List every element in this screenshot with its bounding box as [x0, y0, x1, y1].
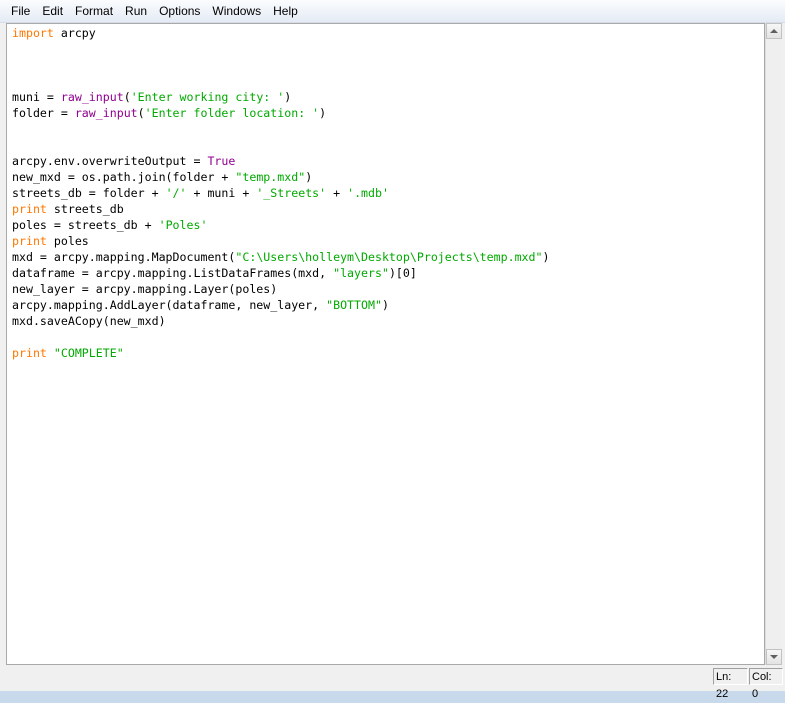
code-token: new_layer = arcpy.mapping.Layer(poles) [12, 282, 278, 296]
code-line[interactable] [12, 329, 549, 345]
code-line[interactable]: streets_db = folder + '/' + muni + '_Str… [12, 185, 549, 201]
menu-help[interactable]: Help [267, 1, 304, 21]
code-token: mxd.saveACopy(new_mxd) [12, 314, 166, 328]
code-token-kw: import [12, 26, 54, 40]
menu-edit[interactable]: Edit [36, 1, 69, 21]
code-token: ) [542, 250, 550, 264]
code-editor[interactable]: import arcpy muni = raw_input('Enter work… [6, 23, 765, 665]
code-line[interactable]: print "COMPLETE" [12, 345, 549, 361]
code-line[interactable]: poles = streets_db + 'Poles' [12, 217, 549, 233]
code-line[interactable]: print streets_db [12, 201, 549, 217]
code-token: ) [305, 170, 313, 184]
scroll-up-button[interactable] [766, 23, 782, 39]
code-token: dataframe = arcpy.mapping.ListDataFrames… [12, 266, 334, 280]
code-token-str: 'Poles' [158, 218, 208, 232]
code-token: arcpy.env.overwriteOutput = [12, 154, 208, 168]
status-bar: Ln: 22 Col: 0 [0, 666, 785, 700]
code-token: arcpy.mapping.AddLayer(dataframe, new_la… [12, 298, 327, 312]
code-token: ) [284, 90, 292, 104]
code-token: mxd = arcpy.mapping.MapDocument( [12, 250, 236, 264]
code-token: + [326, 186, 348, 200]
code-token: ( [137, 106, 145, 120]
code-token-str: "C:\Users\holleym\Desktop\Projects\temp.… [235, 250, 543, 264]
code-token-str: "temp.mxd" [235, 170, 306, 184]
code-token-kw: print [12, 202, 47, 216]
code-token-str: "COMPLETE" [53, 346, 124, 360]
code-token-str: '.mdb' [347, 186, 389, 200]
code-token: )[0] [388, 266, 417, 280]
menu-windows[interactable]: Windows [206, 1, 267, 21]
code-token: ) [381, 298, 389, 312]
arrow-down-icon [770, 655, 778, 659]
code-token: poles [46, 234, 89, 248]
vertical-scrollbar[interactable] [765, 23, 782, 665]
code-token: arcpy [53, 26, 96, 40]
code-line[interactable]: mxd.saveACopy(new_mxd) [12, 313, 549, 329]
code-text[interactable]: import arcpy muni = raw_input('Enter work… [12, 25, 549, 361]
scroll-down-button[interactable] [766, 649, 782, 665]
menu-file[interactable]: File [0, 1, 36, 21]
code-token-str: "BOTTOM" [326, 298, 382, 312]
code-token-kw: print [12, 346, 47, 360]
code-token-bi: raw_input [60, 90, 124, 104]
code-line[interactable]: arcpy.env.overwriteOutput = True [12, 153, 549, 169]
code-token-kw: print [12, 234, 47, 248]
column-indicator: Col: 0 [749, 668, 783, 700]
code-line[interactable] [12, 137, 549, 153]
code-token: folder = [12, 106, 75, 120]
code-token-str: 'Enter working city: ' [130, 90, 285, 104]
code-line[interactable] [12, 121, 549, 137]
line-indicator: Ln: 22 [713, 668, 748, 700]
code-line[interactable]: muni = raw_input('Enter working city: ') [12, 89, 549, 105]
menu-format[interactable]: Format [69, 1, 119, 21]
code-token: + muni + [186, 186, 257, 200]
idle-editor-window: File Edit Format Run Options Windows Hel… [0, 0, 785, 700]
code-token: new_mxd = os.path.join(folder + [12, 170, 236, 184]
code-line[interactable]: folder = raw_input('Enter folder locatio… [12, 105, 549, 121]
code-token-str: "layers" [333, 266, 389, 280]
menu-options[interactable]: Options [153, 1, 206, 21]
code-token-str: '_Streets' [256, 186, 327, 200]
code-line[interactable] [12, 57, 549, 73]
code-line[interactable]: mxd = arcpy.mapping.MapDocument("C:\User… [12, 249, 549, 265]
code-line[interactable]: arcpy.mapping.AddLayer(dataframe, new_la… [12, 297, 549, 313]
code-token: streets_db [46, 202, 124, 216]
code-token: poles = streets_db + [12, 218, 159, 232]
code-line[interactable] [12, 41, 549, 57]
code-line[interactable]: import arcpy [12, 25, 549, 41]
code-token-str: '/' [165, 186, 187, 200]
code-line[interactable]: dataframe = arcpy.mapping.ListDataFrames… [12, 265, 549, 281]
code-token-str: 'Enter folder location: ' [144, 106, 320, 120]
code-token-bi: True [207, 154, 236, 168]
code-line[interactable]: print poles [12, 233, 549, 249]
code-line[interactable] [12, 73, 549, 89]
code-token-bi: raw_input [74, 106, 138, 120]
code-line[interactable]: new_layer = arcpy.mapping.Layer(poles) [12, 281, 549, 297]
arrow-up-icon [770, 29, 778, 33]
menu-run[interactable]: Run [119, 1, 153, 21]
code-token: ( [123, 90, 131, 104]
code-token: streets_db = folder + [12, 186, 166, 200]
code-line[interactable]: new_mxd = os.path.join(folder + "temp.mx… [12, 169, 549, 185]
code-token: muni = [12, 90, 61, 104]
code-token: ) [319, 106, 327, 120]
menu-bar: File Edit Format Run Options Windows Hel… [0, 0, 785, 23]
